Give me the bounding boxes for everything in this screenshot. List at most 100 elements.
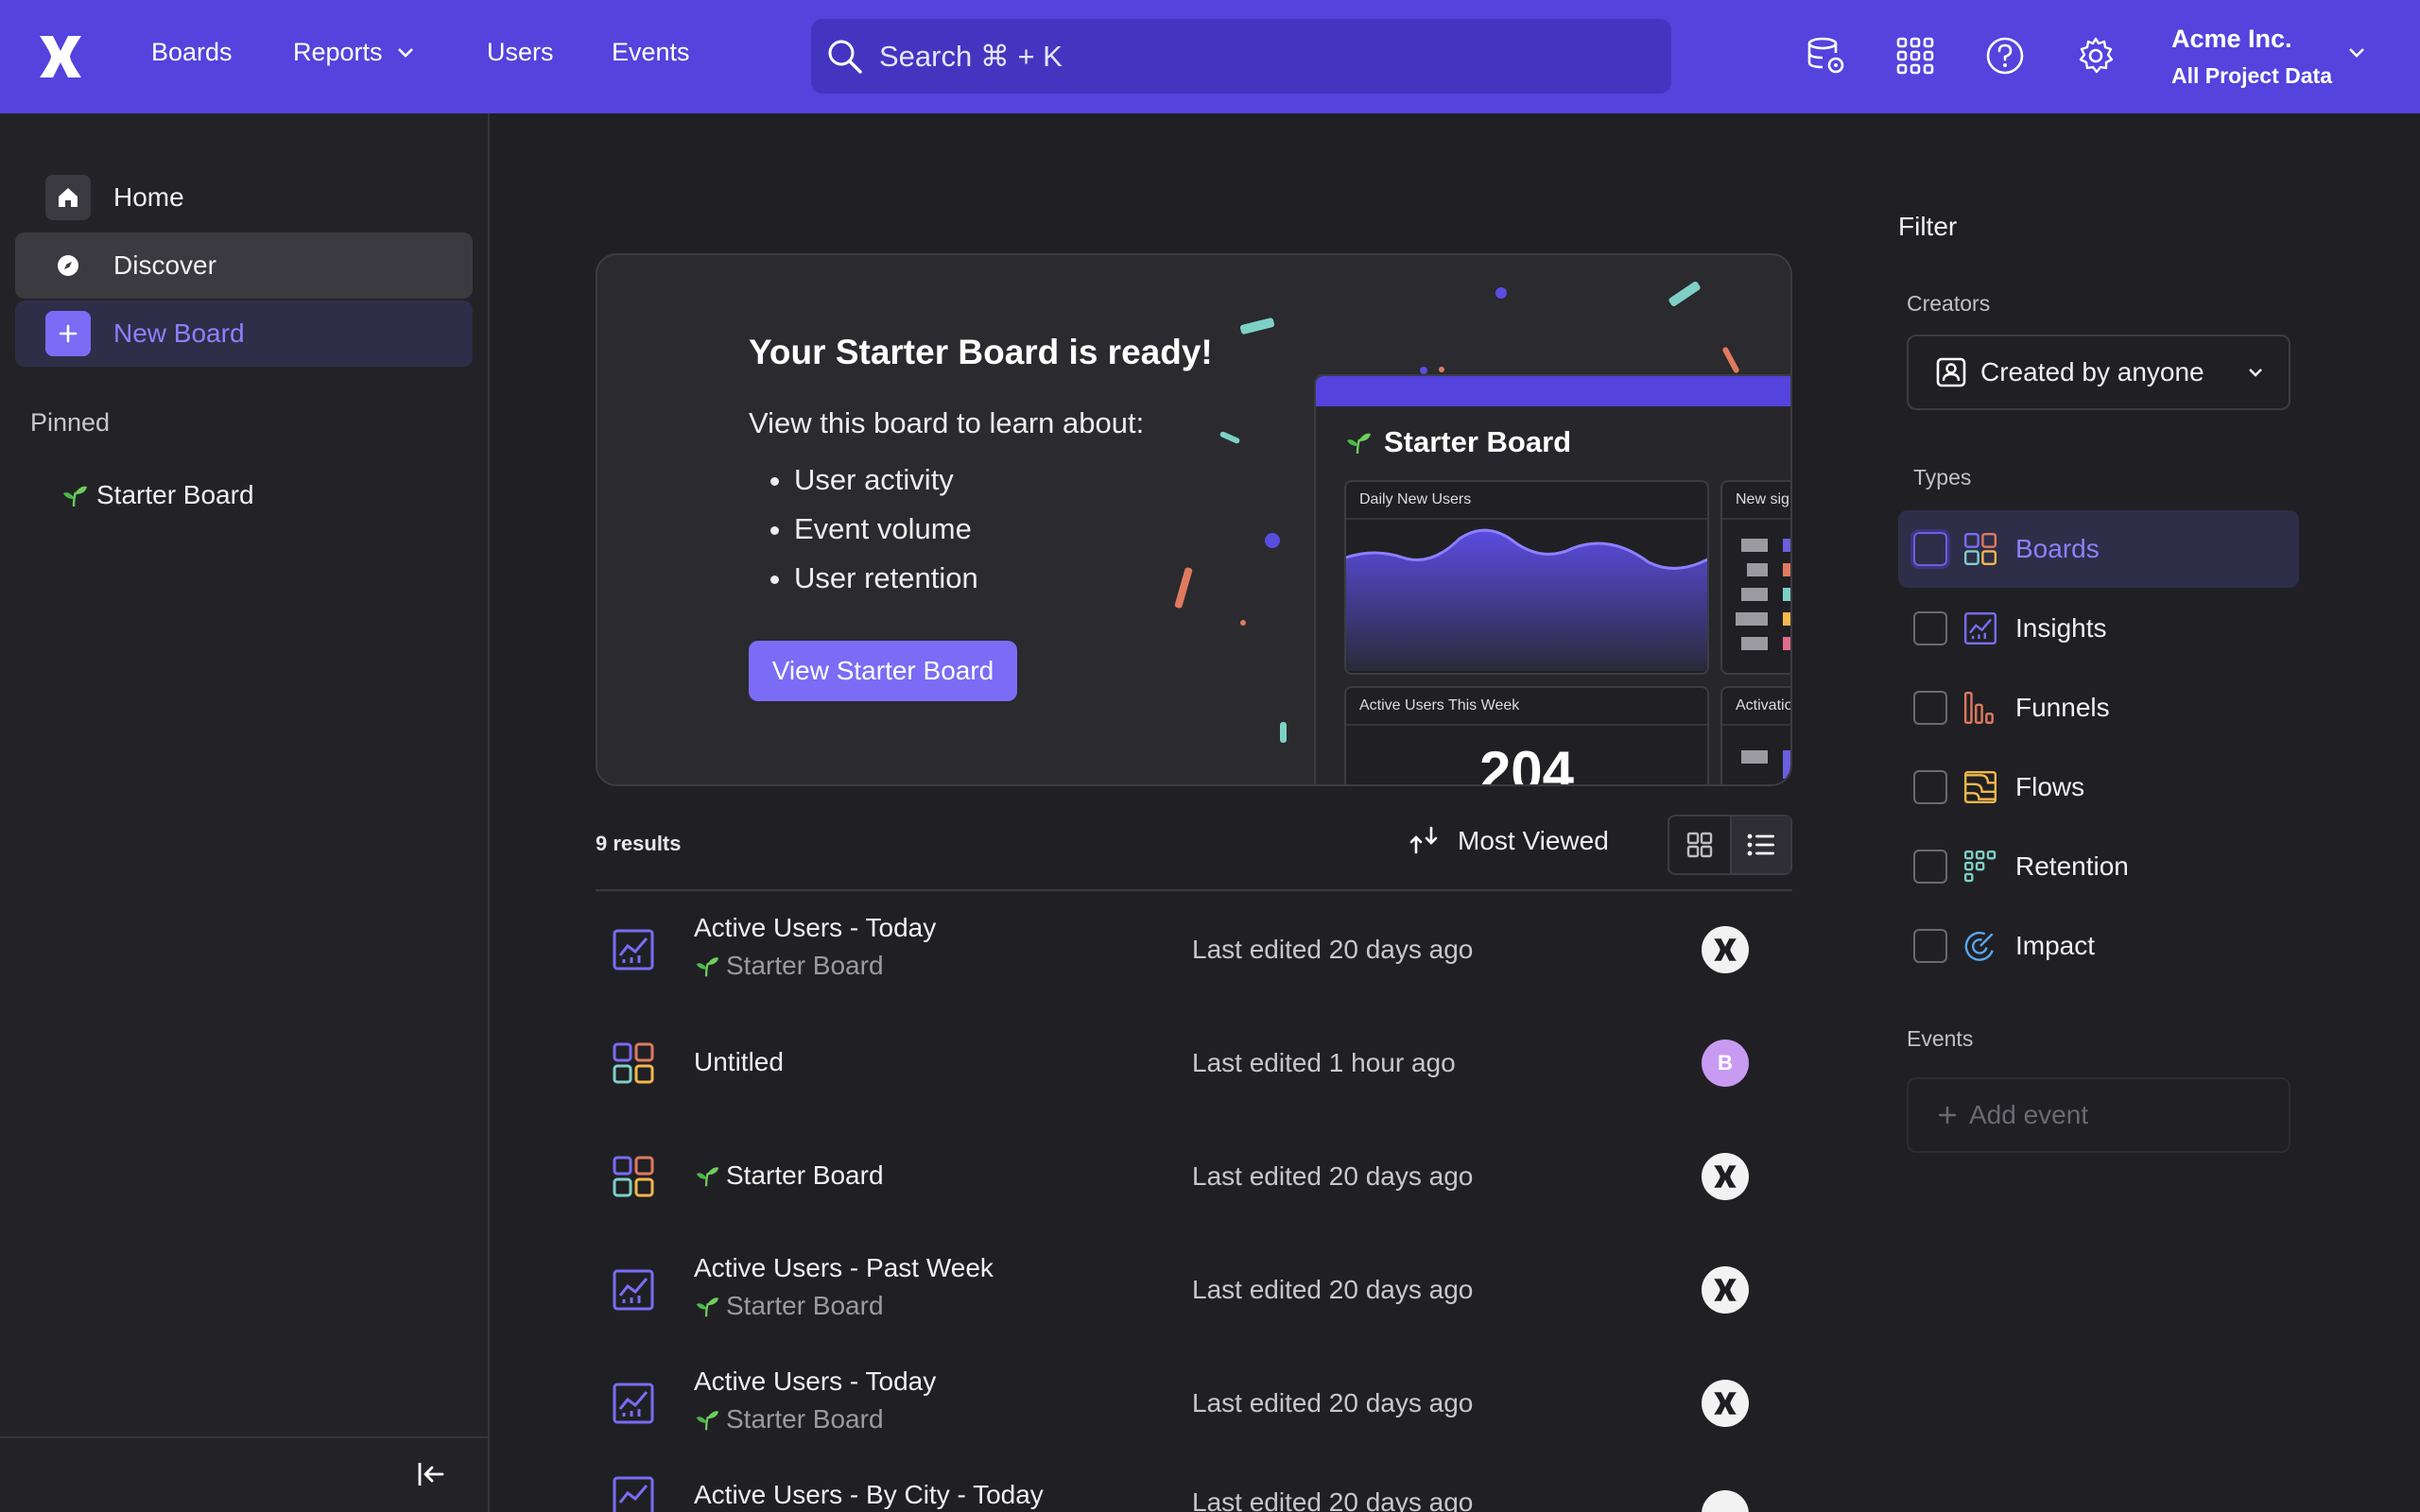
data-settings-icon[interactable] xyxy=(1804,34,1847,77)
nav-boards[interactable]: Boards xyxy=(151,38,233,67)
row-title: Active Users - By City - Today xyxy=(694,1480,1044,1509)
sort-arrows-icon xyxy=(1409,826,1438,854)
bar-list-thumbnail xyxy=(1736,539,1790,650)
grid-view-button[interactable] xyxy=(1669,816,1730,873)
type-label: Retention xyxy=(2015,851,2129,881)
avatar xyxy=(1702,926,1749,973)
add-event-label: Add event xyxy=(1969,1100,2089,1129)
creators-dropdown[interactable]: Created by anyone xyxy=(1907,335,2290,410)
org-switcher[interactable]: Acme Inc. All Project Data xyxy=(2171,25,2332,89)
preview-card-label: Daily New Users xyxy=(1346,482,1707,520)
starter-board-preview: Starter Board Daily New Users New sign A… xyxy=(1314,374,1790,784)
nav-events[interactable]: Events xyxy=(612,38,690,67)
sort-label: Most Viewed xyxy=(1458,826,1609,855)
nav-reports-dropdown[interactable]: Reports xyxy=(293,38,415,67)
type-filter-retention[interactable]: Retention xyxy=(1898,828,2299,905)
pinned-item-label: Starter Board xyxy=(96,480,254,509)
checkbox[interactable] xyxy=(1913,611,1947,645)
row-last-edited: Last edited 20 days ago xyxy=(1192,1487,1474,1512)
avatar xyxy=(1702,1490,1749,1512)
results-divider xyxy=(596,889,1792,891)
sidebar-item-discover[interactable]: Discover xyxy=(15,232,473,299)
preview-card-label: Active Users This Week xyxy=(1346,688,1707,726)
preview-card-label: Activatio xyxy=(1722,688,1790,726)
flows-icon xyxy=(1963,770,1997,804)
home-icon xyxy=(45,175,91,220)
list-item[interactable]: Active Users - Today Starter Board Last … xyxy=(596,898,1792,1002)
sprout-icon xyxy=(696,957,719,977)
sprout-icon xyxy=(1347,433,1371,455)
sidebar-item-home[interactable]: Home xyxy=(15,164,473,231)
nav-users[interactable]: Users xyxy=(487,38,554,67)
settings-gear-icon[interactable] xyxy=(2074,34,2118,77)
preview-card-active-users-week: Active Users This Week 204 xyxy=(1344,686,1709,784)
board-grid-icon xyxy=(613,1042,654,1084)
checkbox[interactable] xyxy=(1913,532,1947,566)
plus-icon xyxy=(1938,1106,1957,1125)
list-item[interactable]: Untitled Last edited 1 hour ago B xyxy=(596,1011,1792,1115)
collapse-sidebar-icon[interactable] xyxy=(412,1455,450,1493)
search-icon xyxy=(828,40,862,74)
board-grid-icon xyxy=(1963,532,1997,566)
apps-grid-icon[interactable] xyxy=(1893,34,1937,77)
row-board-label: Starter Board xyxy=(726,1404,884,1434)
checkbox[interactable] xyxy=(1913,929,1947,963)
type-filter-boards[interactable]: Boards xyxy=(1898,510,2299,588)
sprout-icon xyxy=(696,1297,719,1317)
preview-card-daily-new-users: Daily New Users xyxy=(1344,480,1709,675)
pinned-item-starter-board[interactable]: Starter Board xyxy=(60,480,254,510)
row-title: Starter Board xyxy=(694,1160,884,1191)
confetti-decoration xyxy=(1280,722,1287,743)
funnel-bars-icon xyxy=(1963,691,1994,725)
creators-label: Creators xyxy=(1907,291,1991,316)
list-item[interactable]: Active Users - Today Starter Board Last … xyxy=(596,1351,1792,1455)
type-filter-flows[interactable]: Flows xyxy=(1898,748,2299,826)
logo-icon xyxy=(1714,1392,1737,1415)
sidebar-item-label: Home xyxy=(113,182,184,212)
logo-icon[interactable] xyxy=(34,30,87,83)
help-icon[interactable] xyxy=(1983,34,2027,77)
grid-view-icon xyxy=(1686,832,1713,858)
row-last-edited: Last edited 1 hour ago xyxy=(1192,1048,1456,1077)
results-count: 9 results xyxy=(596,832,682,855)
types-label: Types xyxy=(1913,465,1972,490)
insight-chart-icon xyxy=(1963,611,1997,645)
area-chart-thumbnail xyxy=(1346,528,1707,671)
insight-chart-icon xyxy=(613,1383,654,1424)
row-board-label: Starter Board xyxy=(726,951,884,980)
confetti-decoration xyxy=(1668,280,1702,308)
row-title: Untitled xyxy=(694,1047,784,1076)
sidebar-item-new-board[interactable]: New Board xyxy=(15,301,473,367)
list-item[interactable]: Active Users - By City - Today Last edit… xyxy=(596,1465,1792,1512)
confetti-decoration xyxy=(1219,430,1241,445)
preview-title: Starter Board xyxy=(1344,425,1571,459)
search-bar[interactable]: Search ⌘ + K xyxy=(811,19,1671,94)
retention-grid-icon xyxy=(1963,850,1996,883)
board-grid-icon xyxy=(613,1156,654,1197)
row-last-edited: Last edited 20 days ago xyxy=(1192,935,1474,964)
confetti-decoration xyxy=(1420,367,1427,374)
sort-dropdown[interactable]: Most Viewed xyxy=(1409,824,1609,858)
view-starter-board-button[interactable]: View Starter Board xyxy=(749,641,1017,701)
avatar xyxy=(1702,1380,1749,1427)
logo-icon xyxy=(1714,1165,1737,1188)
banner-bullet-list: User activity Event volume User retentio… xyxy=(794,455,978,603)
chevron-down-icon[interactable] xyxy=(2346,45,2367,60)
type-filter-insights[interactable]: Insights xyxy=(1898,590,2299,667)
row-last-edited: Last edited 20 days ago xyxy=(1192,1388,1474,1418)
type-filter-impact[interactable]: Impact xyxy=(1898,907,2299,985)
list-item[interactable]: Active Users - Past Week Starter Board L… xyxy=(596,1238,1792,1342)
checkbox[interactable] xyxy=(1913,850,1947,884)
type-label: Funnels xyxy=(2015,693,2110,722)
checkbox[interactable] xyxy=(1913,691,1947,725)
add-event-button[interactable]: Add event xyxy=(1907,1077,2290,1153)
filter-title: Filter xyxy=(1898,212,1958,241)
checkbox[interactable] xyxy=(1913,770,1947,804)
row-board-label: Starter Board xyxy=(726,1291,884,1320)
type-filter-funnels[interactable]: Funnels xyxy=(1898,669,2299,747)
row-last-edited: Last edited 20 days ago xyxy=(1192,1161,1474,1191)
compass-icon xyxy=(45,243,91,288)
list-view-button[interactable] xyxy=(1729,816,1790,873)
list-item[interactable]: Starter Board Last edited 20 days ago xyxy=(596,1125,1792,1228)
preview-title-label: Starter Board xyxy=(1384,425,1572,458)
